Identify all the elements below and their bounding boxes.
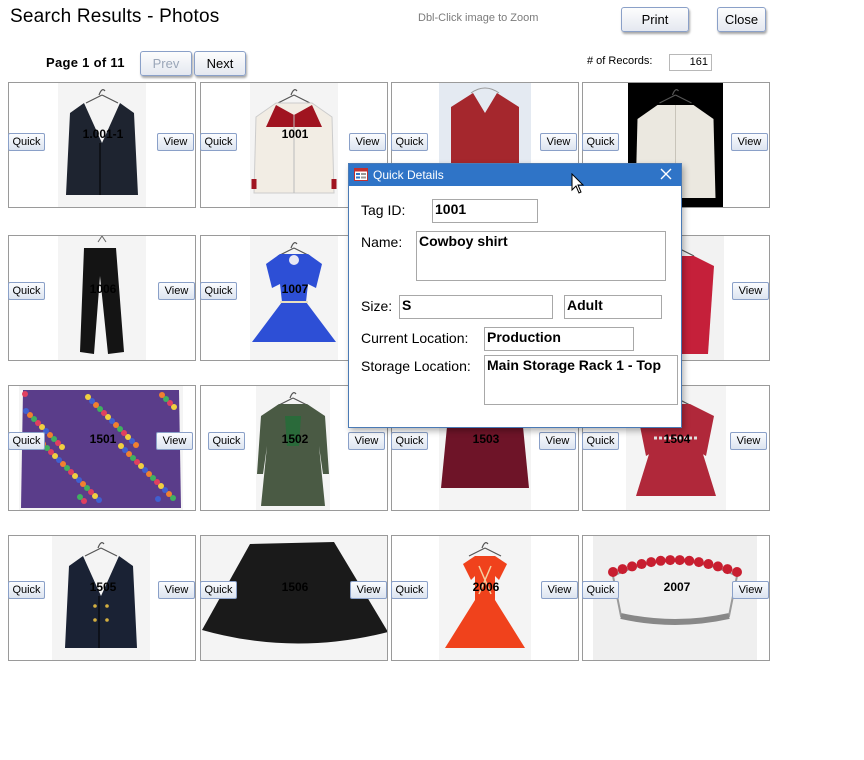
- name-label: Name:: [361, 234, 403, 250]
- view-button[interactable]: View: [731, 133, 768, 151]
- view-button[interactable]: View: [732, 282, 769, 300]
- prev-button[interactable]: Prev: [140, 51, 192, 76]
- print-button[interactable]: Print: [621, 7, 689, 32]
- quick-button[interactable]: Quick: [8, 133, 45, 151]
- tag-number: 2007: [663, 580, 691, 594]
- pants-photo[interactable]: [58, 236, 146, 360]
- storage-location-field[interactable]: Main Storage Rack 1 - Top: [484, 355, 678, 405]
- view-button[interactable]: View: [732, 581, 769, 599]
- tag-id-label: Tag ID:: [361, 202, 406, 218]
- dialog-title: Quick Details: [373, 168, 444, 182]
- view-button[interactable]: View: [350, 581, 387, 599]
- close-icon[interactable]: [659, 167, 673, 181]
- current-location-field[interactable]: Production: [484, 327, 634, 351]
- view-button[interactable]: View: [348, 432, 385, 450]
- cowboy-shirt-photo[interactable]: [250, 83, 338, 207]
- green-dress-photo[interactable]: [256, 386, 330, 510]
- view-button[interactable]: View: [540, 133, 577, 151]
- quick-button[interactable]: Quick: [200, 581, 237, 599]
- quick-button[interactable]: Quick: [582, 133, 619, 151]
- tag-number: 1502: [281, 432, 309, 446]
- view-button[interactable]: View: [157, 133, 194, 151]
- name-field[interactable]: Cowboy shirt: [416, 231, 666, 281]
- records-label: # of Records:: [587, 55, 653, 67]
- current-location-label: Current Location:: [361, 330, 469, 346]
- quick-button[interactable]: Quick: [8, 581, 45, 599]
- storage-location-label: Storage Location:: [361, 358, 471, 374]
- quick-button[interactable]: Quick: [582, 432, 619, 450]
- quick-button[interactable]: Quick: [200, 133, 237, 151]
- tag-number: 1501: [89, 432, 117, 446]
- age-group-field[interactable]: Adult: [564, 295, 662, 319]
- dialog-title-bar[interactable]: Quick Details: [349, 164, 681, 186]
- tag-number: 1504: [663, 432, 691, 446]
- tag-number: 1006: [89, 282, 117, 296]
- orange-tutu-photo[interactable]: [439, 536, 531, 660]
- tag-number: 1503: [472, 432, 500, 446]
- page-title: Search Results - Photos: [10, 6, 220, 27]
- size-field[interactable]: S: [399, 295, 553, 319]
- next-button[interactable]: Next: [194, 51, 246, 76]
- quick-button[interactable]: Quick: [391, 581, 428, 599]
- tag-number: 1505: [89, 580, 117, 594]
- tag-number: 1506: [281, 580, 309, 594]
- quick-button[interactable]: Quick: [200, 282, 237, 300]
- quick-button[interactable]: Quick: [391, 432, 428, 450]
- view-button[interactable]: View: [539, 432, 576, 450]
- tag-id-field[interactable]: 1001: [432, 199, 538, 223]
- size-label: Size:: [361, 298, 393, 314]
- quick-button[interactable]: Quick: [8, 432, 45, 450]
- view-button[interactable]: View: [349, 133, 386, 151]
- records-count: 161: [669, 54, 712, 71]
- tag-number: 2006: [472, 580, 500, 594]
- navy-blazer-photo[interactable]: [52, 536, 150, 660]
- tag-number: 1007: [281, 282, 309, 296]
- close-button[interactable]: Close: [717, 7, 766, 32]
- cursor-icon: [571, 173, 585, 194]
- suit-jacket-photo[interactable]: [58, 83, 146, 207]
- zoom-hint: Dbl-Click image to Zoom: [418, 12, 539, 24]
- view-button[interactable]: View: [730, 432, 767, 450]
- form-icon: [354, 168, 368, 181]
- tag-number: 1.001-1: [82, 127, 124, 141]
- quick-details-dialog: Quick Details Tag ID: 1001 Name: Cowboy …: [348, 163, 682, 428]
- page-indicator: Page 1 of 11: [46, 55, 125, 70]
- view-button[interactable]: View: [158, 581, 195, 599]
- tag-number: 1001: [281, 127, 309, 141]
- view-button[interactable]: View: [541, 581, 578, 599]
- view-button[interactable]: View: [158, 282, 195, 300]
- view-button[interactable]: View: [156, 432, 193, 450]
- quick-button[interactable]: Quick: [582, 581, 619, 599]
- blue-dress-photo[interactable]: [250, 236, 338, 360]
- quick-button[interactable]: Quick: [391, 133, 428, 151]
- quick-button[interactable]: Quick: [8, 282, 45, 300]
